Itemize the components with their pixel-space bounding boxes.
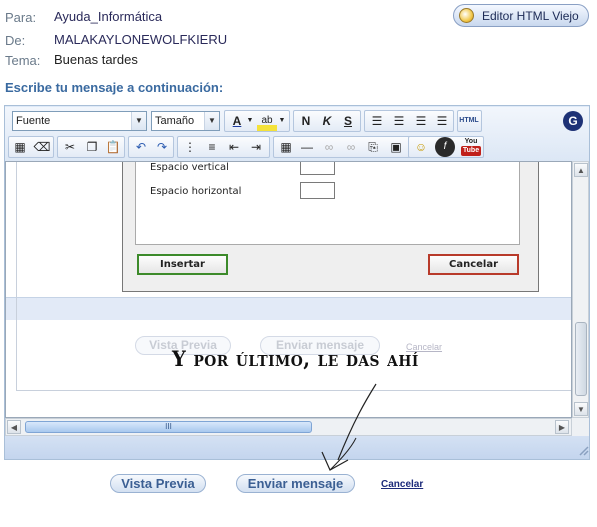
- image-icon[interactable]: ▣: [386, 137, 406, 157]
- youtube-icon[interactable]: You Tube: [461, 138, 481, 156]
- numbered-list-icon[interactable]: ⋮: [180, 137, 200, 157]
- editor-content[interactable]: Espacio vertical Espacio horizontal Inse…: [5, 161, 572, 418]
- image-properties-dialog: Espacio vertical Espacio horizontal Inse…: [122, 162, 539, 292]
- from-label: De:: [5, 33, 26, 48]
- to-value: Ayuda_Informática: [54, 9, 163, 24]
- chevron-down-icon[interactable]: ▼: [277, 111, 287, 131]
- vertical-scroll-thumb[interactable]: [575, 322, 587, 396]
- account-icon[interactable]: G: [563, 111, 583, 131]
- to-label: Para:: [5, 10, 37, 25]
- size-select[interactable]: Tamaño ▼: [151, 111, 220, 131]
- indent-icon[interactable]: ⇥: [246, 137, 266, 157]
- from-value: MALAKAYLONEWOLFKIERU: [54, 32, 228, 47]
- font-select-value: Fuente: [16, 115, 51, 127]
- horizontal-rule-icon[interactable]: —: [297, 137, 317, 157]
- cancel-link[interactable]: Cancelar: [381, 479, 423, 490]
- dialog-cancel-button[interactable]: Cancelar: [428, 254, 519, 275]
- chevron-down-icon[interactable]: ▼: [245, 111, 255, 131]
- align-center-icon[interactable]: ☰: [389, 111, 409, 131]
- font-select[interactable]: Fuente ▼: [12, 111, 147, 131]
- align-justify-icon[interactable]: ☰: [432, 111, 452, 131]
- send-button[interactable]: Enviar mensaje: [236, 474, 355, 493]
- undo-icon[interactable]: ↶: [131, 137, 151, 157]
- resize-grip-icon[interactable]: [577, 443, 589, 456]
- history-group: ↶ ↷: [128, 136, 174, 158]
- vertical-space-label: Espacio vertical: [150, 162, 229, 173]
- tutorial-annotation: Y por último, le das ahí: [172, 346, 419, 371]
- divider: [16, 390, 571, 391]
- underline-button[interactable]: S: [338, 111, 358, 131]
- horizontal-space-label: Espacio horizontal: [150, 186, 242, 197]
- redo-icon[interactable]: ↷: [152, 137, 172, 157]
- scroll-right-arrow-icon[interactable]: ▶: [555, 420, 569, 434]
- text-color-icon[interactable]: A: [227, 111, 247, 131]
- youtube-icon-label: You: [464, 138, 478, 145]
- youtube-icon-label: Tube: [461, 146, 481, 156]
- list-group: ⋮ ≡ ⇤ ⇥: [177, 136, 270, 158]
- flash-icon[interactable]: f: [435, 137, 455, 157]
- html-source-button[interactable]: HTML: [459, 111, 479, 131]
- attachment-icon[interactable]: ⎘: [363, 137, 383, 157]
- subject-label: Tema:: [5, 53, 41, 68]
- align-left-icon[interactable]: ☰: [367, 111, 387, 131]
- lightbulb-icon: [459, 8, 474, 23]
- vertical-scrollbar[interactable]: ▲ ▼: [572, 161, 589, 418]
- highlight-color-icon[interactable]: ab: [257, 111, 277, 131]
- copy-icon[interactable]: ❐: [82, 137, 102, 157]
- scroll-left-arrow-icon[interactable]: ◀: [7, 420, 21, 434]
- bold-button[interactable]: N: [296, 111, 316, 131]
- align-group: ☰ ☰ ☰ ☰: [364, 110, 454, 132]
- format-group: N K S: [293, 110, 361, 132]
- bullet-list-icon[interactable]: ≡: [202, 137, 222, 157]
- legacy-html-editor-button[interactable]: Editor HTML Viejo: [453, 4, 589, 27]
- table-icon[interactable]: ▦: [276, 137, 296, 157]
- inner-editor-band: [6, 297, 571, 320]
- unlink-icon[interactable]: ∞: [341, 137, 361, 157]
- insert-group: ▦ — ∞ ∞ ⎘ ▣: [273, 136, 413, 158]
- outdent-icon[interactable]: ⇤: [224, 137, 244, 157]
- scrollbar-corner: [572, 418, 589, 436]
- subject-value: Buenas tardes: [54, 52, 138, 67]
- compose-prompt: Escribe tu mensaje a continuación:: [5, 80, 224, 95]
- link-icon[interactable]: ∞: [319, 137, 339, 157]
- preview-button[interactable]: Vista Previa: [110, 474, 206, 493]
- select-group: ▦ ⌫: [8, 136, 54, 158]
- divider: [16, 162, 17, 391]
- vertical-space-input[interactable]: [300, 162, 335, 175]
- horizontal-scrollbar[interactable]: ◀ III ▶: [5, 418, 572, 436]
- arrow-annotation-icon: [321, 383, 377, 471]
- eraser-icon[interactable]: ⌫: [32, 137, 52, 157]
- dialog-body: Espacio vertical Espacio horizontal: [135, 162, 520, 245]
- scroll-up-arrow-icon[interactable]: ▲: [574, 163, 588, 177]
- size-select-value: Tamaño: [155, 115, 195, 127]
- cut-icon[interactable]: ✂: [60, 137, 80, 157]
- horizontal-space-input[interactable]: [300, 182, 335, 199]
- select-all-icon[interactable]: ▦: [10, 137, 30, 157]
- clipboard-group: ✂ ❐ 📋: [57, 136, 125, 158]
- emoticon-icon[interactable]: ☺: [411, 137, 431, 157]
- horizontal-scroll-thumb[interactable]: III: [25, 421, 312, 433]
- italic-button[interactable]: K: [317, 111, 337, 131]
- align-right-icon[interactable]: ☰: [411, 111, 431, 131]
- chevron-down-icon: ▼: [204, 112, 219, 130]
- media-group: ☺ f You Tube: [408, 136, 484, 158]
- editor-toolbar: Fuente ▼ Tamaño ▼ A ▼ ab ▼ N K S ☰ ☰ ☰ ☰…: [5, 107, 589, 161]
- color-group: A ▼ ab ▼: [224, 110, 290, 132]
- editor-status-band: [5, 436, 589, 459]
- insert-button[interactable]: Insertar: [137, 254, 228, 275]
- paste-icon[interactable]: 📋: [103, 137, 123, 157]
- html-group: HTML: [457, 110, 482, 132]
- scroll-down-arrow-icon[interactable]: ▼: [574, 402, 588, 416]
- chevron-down-icon: ▼: [131, 112, 146, 130]
- legacy-html-editor-label: Editor HTML Viejo: [482, 9, 579, 23]
